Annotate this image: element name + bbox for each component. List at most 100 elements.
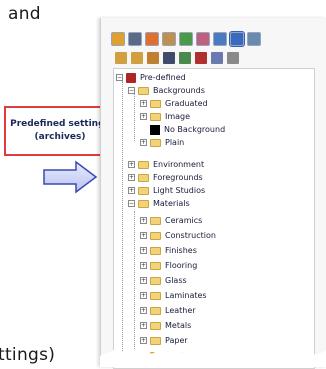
collapse-icon[interactable]: − [116,74,123,81]
folder-icon [150,246,161,255]
tree-node-label: Construction [165,231,216,240]
expand-icon[interactable]: + [140,247,147,254]
article-text-bottom: ttings) [0,345,56,365]
tree-node-no-background[interactable]: No Background [150,123,225,136]
folder-icon [138,160,149,169]
tree-node-label: Image [165,112,191,121]
black-swatch-icon [150,124,160,135]
material-icon[interactable] [162,32,176,46]
tree-node-label: Ceramics [165,216,203,225]
expand-icon[interactable]: + [140,232,147,239]
folder-icon [150,231,161,240]
tree-node-ceramics[interactable]: + Ceramics [140,214,202,227]
folder-icon [150,276,161,285]
expand-icon[interactable]: + [140,262,147,269]
tree-node-construction[interactable]: + Construction [140,229,216,242]
tree-node-plain[interactable]: + Plain [140,136,184,149]
folder-icon [150,112,161,121]
pointer-arrow-icon [43,160,98,194]
torn-edge-decoration [100,346,326,367]
folder-icon [150,261,161,270]
tree-node-laminates[interactable]: + Laminates [140,289,207,302]
save-icon[interactable] [163,52,175,64]
tree-node-environment[interactable]: + Environment [128,158,204,171]
expand-icon[interactable]: + [128,161,135,168]
tree-node-label: Foregrounds [153,173,203,182]
tree-node-label: Pre-defined [140,73,186,82]
expand-icon[interactable]: + [140,292,147,299]
expand-icon[interactable]: + [128,174,135,181]
tree-node-materials[interactable]: − Materials [128,197,190,210]
expand-icon[interactable]: + [140,322,147,329]
folder-icon [150,216,161,225]
tree-guide-line [134,211,135,361]
open-icon[interactable] [131,52,143,64]
folder-icon [138,186,149,195]
import-icon[interactable] [179,52,191,64]
expand-icon[interactable]: + [140,277,147,284]
folder-icon [150,321,161,330]
expand-icon[interactable]: + [140,113,147,120]
callout-line-2: (archives) [34,132,86,142]
tree-node-graduated[interactable]: + Graduated [140,97,208,110]
tree-node-glass[interactable]: + Glass [140,274,187,287]
folder-icon [150,138,161,147]
grid-icon[interactable] [179,32,193,46]
folder-icon [138,86,149,95]
expand-icon[interactable]: + [140,100,147,107]
image-icon[interactable] [196,32,210,46]
window-icon[interactable] [247,32,261,46]
tree-node-foregrounds[interactable]: + Foregrounds [128,171,203,184]
folder-icon [150,291,161,300]
tree-node-label: Graduated [165,99,208,108]
folder-icon [150,306,161,315]
tree-node-pre-defined[interactable]: − Pre-defined [116,71,186,84]
tree-node-image[interactable]: + Image [140,110,190,123]
tree-guide-line [122,81,123,351]
library-icon[interactable] [195,52,207,64]
environment-icon[interactable] [145,32,159,46]
list-icon[interactable] [211,52,223,64]
settings-browser-panel: − Pre-defined − Backgrounds + Graduated … [100,18,326,369]
expand-icon[interactable]: + [140,307,147,314]
tree-node-label: No Background [164,125,226,134]
tree-node-label: Plain [165,138,185,147]
tree-guide-line [134,93,135,141]
tree-node-label: Flooring [165,261,198,270]
tree-node-metals[interactable]: + Metals [140,319,191,332]
collapse-icon[interactable]: − [128,200,135,207]
render-icon[interactable] [213,32,227,46]
tree-node-label: Leather [165,306,196,315]
tree-node-label: Finishes [165,246,197,255]
expand-icon[interactable]: + [140,139,147,146]
tree-node-label: Metals [165,321,192,330]
tree-node-label: Glass [165,276,187,285]
top-toolbar [111,31,261,47]
tree-node-label: Laminates [165,291,207,300]
camera-icon[interactable] [128,32,142,46]
tree-node-flooring[interactable]: + Flooring [140,259,197,272]
tree-node-leather[interactable]: + Leather [140,304,196,317]
tree-node-label: Light Studios [153,186,206,195]
secondary-toolbar [115,52,239,64]
grid-view-icon[interactable] [227,52,239,64]
tree-node-label: Backgrounds [153,86,205,95]
settings-icon[interactable] [229,31,245,47]
new-icon[interactable] [115,52,127,64]
callout-line-1: Predefined settings [10,119,110,129]
tree-node-light-studios[interactable]: + Light Studios [128,184,205,197]
folder-icon [138,173,149,182]
tree-node-finishes[interactable]: + Finishes [140,244,197,257]
lights-icon[interactable] [111,32,125,46]
tree-node-label: Materials [153,199,190,208]
collapse-icon[interactable]: − [128,87,135,94]
folder-icon [150,99,161,108]
article-text-top: and [8,4,41,24]
expand-icon[interactable]: + [128,187,135,194]
tree-node-label: Environment [153,160,205,169]
tree-node-backgrounds[interactable]: − Backgrounds [128,84,205,97]
library-icon [126,72,136,83]
open-folder-icon[interactable] [147,52,159,64]
folder-icon [138,199,149,208]
expand-icon[interactable]: + [140,217,147,224]
